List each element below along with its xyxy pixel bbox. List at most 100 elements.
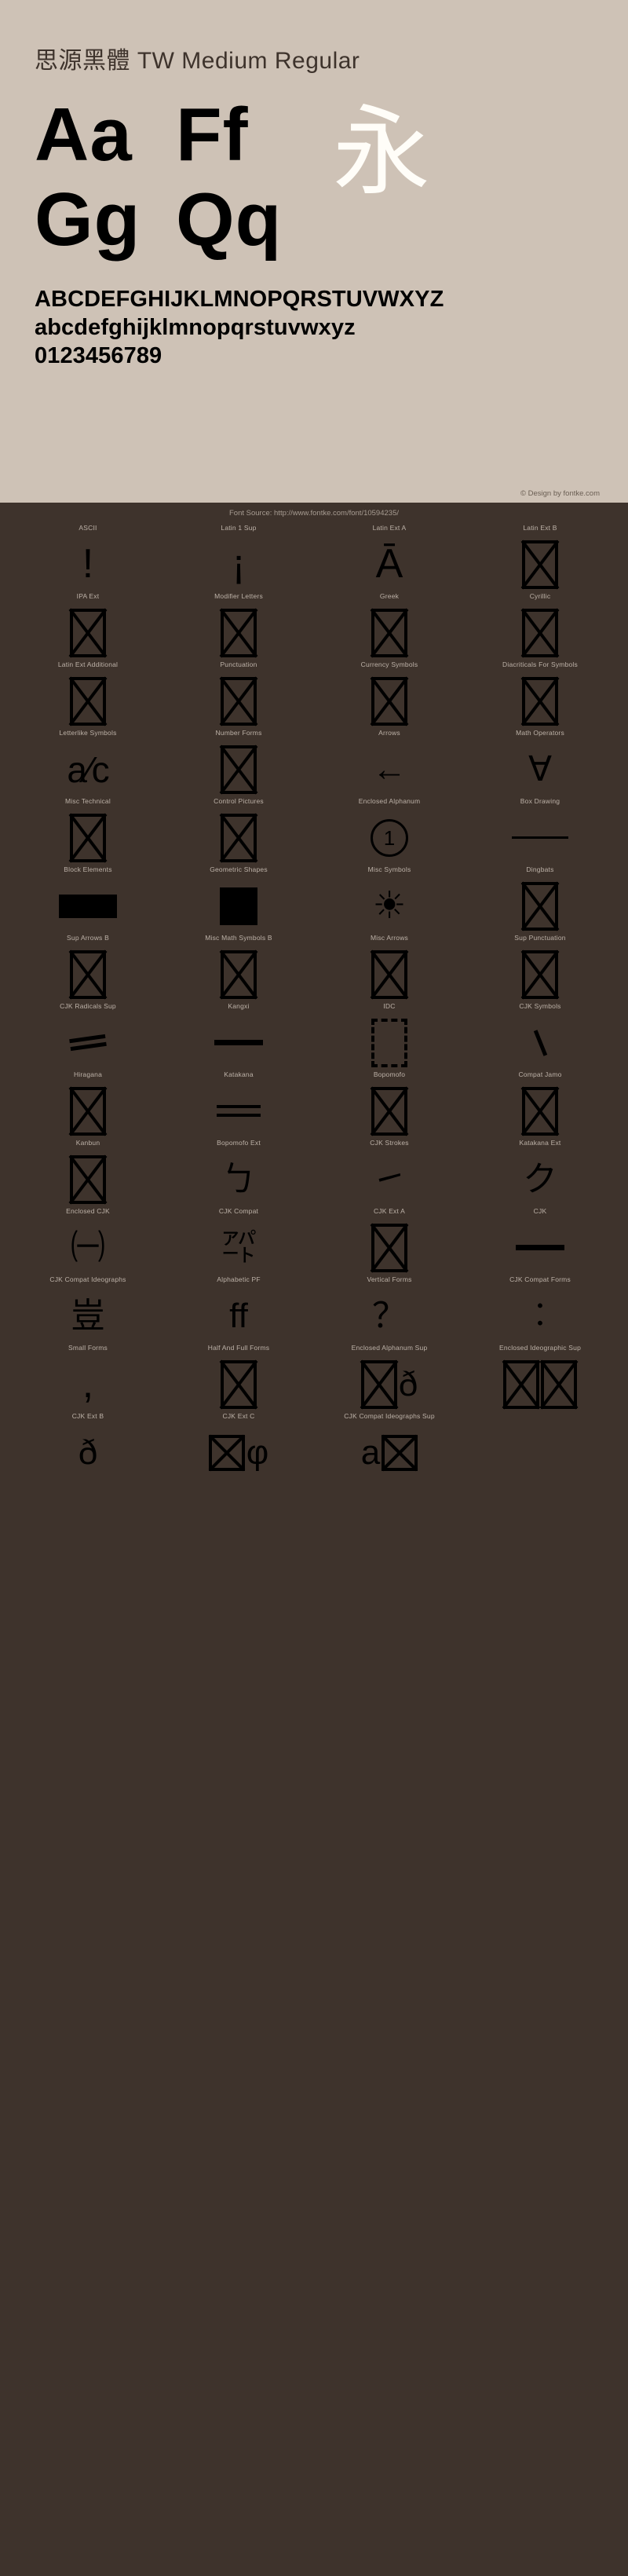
unicode-block-sample: Ā <box>314 536 465 592</box>
unicode-block-label: Currency Symbols <box>360 660 418 669</box>
unicode-block-glyph: ㈠ <box>71 1228 105 1267</box>
unicode-block-sample <box>314 1015 465 1070</box>
unicode-block-label: CJK Compat Forms <box>509 1275 571 1284</box>
unicode-block-label: Hiragana <box>73 1070 103 1079</box>
notdef-box-icon <box>208 1434 245 1471</box>
unicode-block-glyph: ¡ <box>232 540 246 587</box>
unicode-block-sample <box>465 810 615 865</box>
unicode-block-label: CJK Compat <box>218 1207 259 1216</box>
unicode-block-cell: Latin Ext B <box>465 524 615 592</box>
unicode-block-label: Number Forms <box>215 729 262 737</box>
unicode-block-glyph: ク <box>523 1159 557 1198</box>
unicode-block-sample <box>13 810 163 865</box>
unicode-block-sample: ㇀ <box>314 1151 465 1207</box>
unicode-block-sample <box>465 536 615 592</box>
specimen-panel: 思源黑體 TW Medium Regular Aa Gg Ff Qq 永 ABC… <box>0 0 628 503</box>
unicode-block-sample <box>465 878 615 934</box>
page-title: 思源黑體 TW Medium Regular <box>35 48 360 74</box>
digit-sequence: 0123456789 <box>35 342 162 368</box>
unicode-block-sample <box>465 1220 615 1275</box>
notdef-box-icon <box>503 1359 539 1409</box>
unicode-block-label: Dingbats <box>526 865 554 874</box>
unicode-block-cell: CJK Compat Ideographs 豈 <box>13 1275 163 1344</box>
unicode-block-label: CJK Compat Ideographs <box>49 1275 126 1284</box>
unicode-block-sample: ？ <box>314 1288 465 1344</box>
notdef-box-icon <box>221 608 257 657</box>
unicode-block-glyph: ff <box>229 1296 248 1335</box>
unicode-block-glyph: ︰ <box>523 1296 557 1335</box>
unicode-block-label: Compat Jamo <box>518 1070 562 1079</box>
unicode-block-glyph: ？ <box>372 1296 407 1335</box>
notdef-box-icon <box>371 1223 407 1272</box>
unicode-block-label: CJK Strokes <box>370 1139 409 1147</box>
unicode-block-sample <box>13 1083 163 1139</box>
unicode-block-cell: Bopomofo <box>314 1070 465 1139</box>
unicode-block-cell: IDC <box>314 1002 465 1070</box>
unicode-block-cell: Misc Arrows <box>314 934 465 1002</box>
unicode-block-sample: a⁄c <box>13 741 163 797</box>
unicode-block-sample <box>163 878 314 934</box>
unicode-block-label: Modifier Letters <box>214 592 263 601</box>
unicode-block-label: Latin Ext Additional <box>57 660 119 669</box>
unicode-block-glyph: a <box>360 1433 381 1472</box>
notdef-box-icon <box>371 608 407 657</box>
notdef-box-icon <box>371 1086 407 1136</box>
unicode-block-sample <box>465 1083 615 1139</box>
filled-block-icon <box>59 894 117 918</box>
unicode-block-sample <box>163 810 314 865</box>
notdef-box-icon <box>70 950 106 999</box>
unicode-block-label: Enclosed Alphanum <box>358 797 421 806</box>
sun-icon: ☀ <box>372 884 407 927</box>
notdef-box-icon <box>221 745 257 794</box>
unicode-block-cell: Half And Full Forms <box>163 1344 314 1412</box>
notdef-box-icon <box>522 881 558 931</box>
unicode-block-label: Enclosed Ideographic Sup <box>498 1344 582 1352</box>
unicode-block-glyph: a⁄c <box>67 748 109 790</box>
notdef-dashed-box-icon <box>371 1018 407 1067</box>
unicode-block-sample: ク <box>465 1151 615 1207</box>
notdef-box-icon <box>371 676 407 726</box>
unicode-block-label: Punctuation <box>220 660 257 669</box>
large-sample-row: Aa Gg Ff Qq 永 <box>35 93 593 281</box>
unicode-block-cell: CJK Strokes ㇀ <box>314 1139 465 1207</box>
unicode-block-sample: 豈 <box>13 1288 163 1344</box>
unicode-block-label: Katakana Ext <box>519 1139 561 1147</box>
unicode-block-cell <box>465 1412 615 1480</box>
unicode-block-cell: IPA Ext <box>13 592 163 660</box>
unicode-block-label: Kangxi <box>228 1002 250 1011</box>
unicode-block-label: CJK Compat Ideographs Sup <box>344 1412 435 1421</box>
unicode-block-cell: Cyrillic <box>465 592 615 660</box>
unicode-block-glyph: 豈 <box>71 1296 105 1335</box>
unicode-block-cell: Kangxi <box>163 1002 314 1070</box>
box-drawing-line-icon <box>512 836 568 840</box>
copyright-text: © Design by fontke.com <box>520 488 600 498</box>
notdef-box-icon <box>70 813 106 862</box>
unicode-block-sample: 1 <box>314 810 465 865</box>
unicode-block-label: Arrows <box>378 729 400 737</box>
cjk-radical-icon <box>69 1034 107 1052</box>
unicode-block-label: Small Forms <box>68 1344 108 1352</box>
unicode-block-cell: Number Forms <box>163 729 314 797</box>
unicode-block-sample <box>465 946 615 1002</box>
notdef-box-icon <box>541 1359 577 1409</box>
unicode-block-sample <box>13 1015 163 1070</box>
unicode-block-cell: CJK Symbols <box>465 1002 615 1070</box>
unicode-block-cell: Geometric Shapes <box>163 865 314 934</box>
unicode-block-sample <box>314 605 465 660</box>
unicode-block-label: Greek <box>379 592 400 601</box>
unicode-block-label: Bopomofo Ext <box>217 1139 261 1147</box>
unicode-block-cell: CJK Compat Forms ︰ <box>465 1275 615 1344</box>
unicode-block-label: Sup Arrows B <box>67 934 109 942</box>
unicode-block-cell: Vertical Forms ？ <box>314 1275 465 1344</box>
unicode-block-label: IDC <box>383 1002 396 1011</box>
unicode-block-label: Box Drawing <box>520 797 560 806</box>
unicode-block-cell: Misc Math Symbols B <box>163 934 314 1002</box>
unicode-block-cell: Greek <box>314 592 465 660</box>
notdef-box-icon <box>522 950 558 999</box>
unicode-block-cell: Enclosed Alphanum Sup ð <box>314 1344 465 1412</box>
unicode-block-cell: Small Forms, <box>13 1344 163 1412</box>
unicode-block-cell: Sup Punctuation <box>465 934 615 1002</box>
arrow-left-icon: ← <box>372 749 407 789</box>
unicode-block-cell: Enclosed CJK ㈠ <box>13 1207 163 1275</box>
unicode-block-sample: ← <box>314 741 465 797</box>
